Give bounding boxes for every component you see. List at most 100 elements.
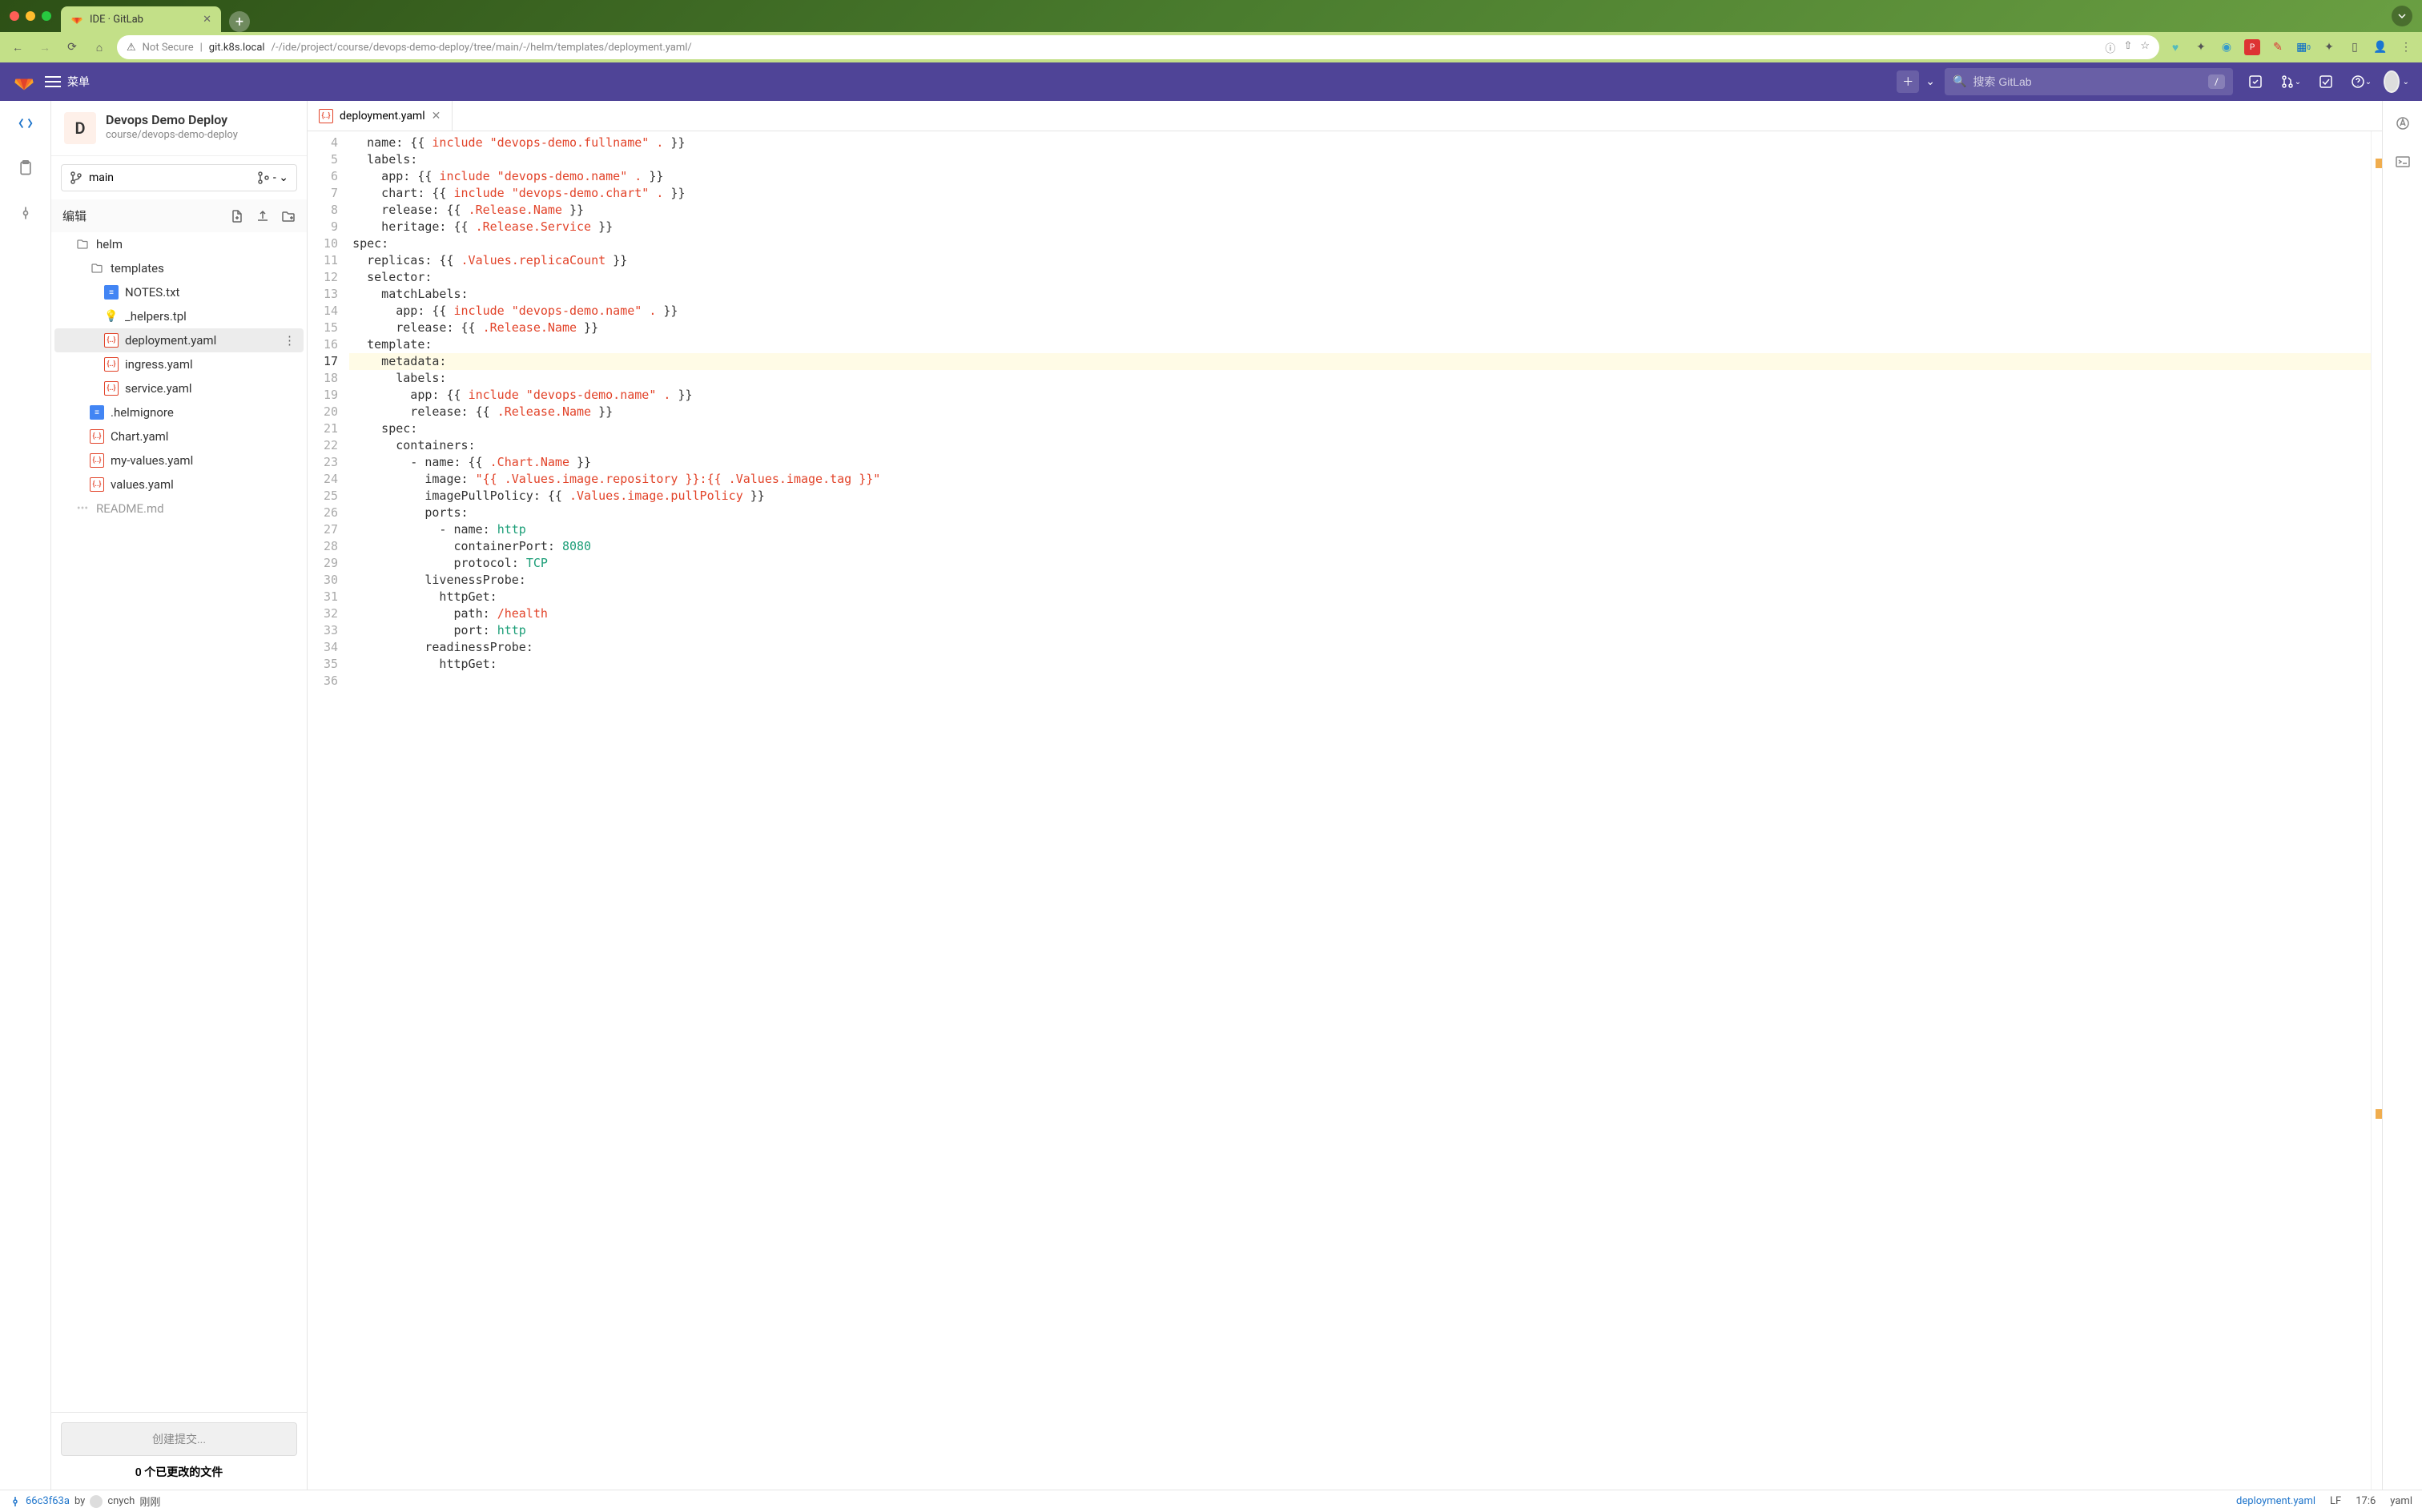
file-tree: helmtemplates≡NOTES.txt💡_helpers.tpl{..}…: [51, 232, 307, 1412]
commit-sha[interactable]: 66c3f63a: [26, 1495, 70, 1507]
activity-commit-icon[interactable]: [13, 200, 38, 226]
search-box[interactable]: 🔍 /: [1945, 68, 2233, 95]
minimap[interactable]: [2371, 131, 2382, 1490]
editor: {..} deployment.yaml ✕ 45678910111213141…: [308, 101, 2382, 1490]
search-shortcut: /: [2208, 74, 2225, 89]
editor-tab[interactable]: {..} deployment.yaml ✕: [308, 101, 453, 131]
branch-selector[interactable]: main - ⌄: [61, 164, 297, 191]
commit-area: 创建提交... 0 个已更改的文件: [51, 1412, 307, 1490]
yaml-file-icon: {..}: [104, 357, 119, 372]
collapse-button[interactable]: [2392, 6, 2412, 26]
tree-item-label: _helpers.tpl: [125, 309, 187, 324]
yaml-file-icon: {..}: [104, 381, 119, 396]
user-menu[interactable]: ⌄: [2384, 69, 2409, 94]
tree-item-ingress-yaml[interactable]: {..} ingress.yaml: [54, 352, 304, 376]
tree-item-label: deployment.yaml: [125, 333, 216, 348]
back-button[interactable]: ←: [8, 38, 27, 57]
status-filename[interactable]: deployment.yaml: [2236, 1495, 2315, 1507]
create-commit-button[interactable]: 创建提交...: [61, 1422, 297, 1456]
create-dropdown-icon[interactable]: ⌄: [1925, 75, 1935, 88]
ext-icon-3[interactable]: ◉: [2219, 39, 2235, 55]
avatar: [2384, 70, 2400, 93]
ext-icon-5[interactable]: ✎: [2270, 39, 2286, 55]
tree-item--helmignore[interactable]: ≡.helmignore: [54, 400, 304, 424]
author-name: cnych: [107, 1495, 135, 1507]
create-button[interactable]: ＋: [1897, 70, 1919, 93]
profile-icon[interactable]: 👤: [2372, 39, 2388, 55]
todos-icon[interactable]: [2313, 69, 2339, 94]
issues-icon[interactable]: [2243, 69, 2268, 94]
tree-item-helm[interactable]: helm: [54, 232, 304, 256]
merge-requests-icon[interactable]: ⌄: [2278, 69, 2303, 94]
branch-icon: [70, 171, 82, 184]
folder-icon: [90, 261, 104, 275]
plus-icon: ＋: [1902, 74, 1913, 90]
language-mode[interactable]: yaml: [2390, 1495, 2412, 1507]
edit-header: 编辑: [51, 199, 307, 232]
security-warning-icon: ⚠: [127, 42, 136, 54]
tree-item-Chart-yaml[interactable]: {..}Chart.yaml: [54, 424, 304, 448]
tree-item-README-md[interactable]: •••README.md: [54, 497, 304, 521]
maximize-window-button[interactable]: [42, 11, 51, 21]
tree-item-templates[interactable]: templates: [54, 256, 304, 280]
line-ending[interactable]: LF: [2330, 1495, 2341, 1507]
sidepanel-icon[interactable]: ▯: [2347, 39, 2363, 55]
search-input[interactable]: [1973, 75, 2202, 88]
browser-tab[interactable]: IDE · GitLab ✕: [61, 6, 221, 32]
text-file-icon: ≡: [90, 405, 104, 420]
search-icon: 🔍: [1953, 75, 1966, 88]
ext-icon-1[interactable]: ♥: [2167, 39, 2183, 55]
tree-item-values-yaml[interactable]: {..}values.yaml: [54, 472, 304, 497]
tree-item-_helpers-tpl[interactable]: 💡 _helpers.tpl: [54, 304, 304, 328]
menu-button[interactable]: 菜单: [45, 74, 90, 90]
more-icon[interactable]: ⋮: [284, 333, 296, 348]
activity-edit-icon[interactable]: [13, 111, 38, 136]
translate-icon[interactable]: ⓘ: [2105, 40, 2115, 55]
tree-item-service-yaml[interactable]: {..}service.yaml: [54, 376, 304, 400]
share-icon[interactable]: ⇧: [2123, 40, 2132, 55]
code-editor[interactable]: 4567891011121314151617181920212223242526…: [308, 131, 2382, 1490]
chevron-down-icon: - ⌄: [273, 171, 288, 184]
code-content[interactable]: name: {{ include "devops-demo.fullname" …: [349, 131, 2371, 1490]
menu-icon[interactable]: ⋮: [2398, 39, 2414, 55]
ext-icon-4[interactable]: P: [2244, 39, 2260, 55]
new-file-icon[interactable]: [230, 209, 244, 223]
yaml-file-icon: {..}: [319, 109, 333, 123]
new-tab-button[interactable]: +: [229, 11, 250, 32]
markdown-file-icon: •••: [75, 501, 90, 516]
template-file-icon: 💡: [104, 309, 119, 324]
bookmark-icon[interactable]: ☆: [2140, 40, 2150, 55]
help-icon[interactable]: ⌄: [2348, 69, 2374, 94]
gitlab-logo-icon[interactable]: [13, 70, 35, 93]
yaml-file-icon: {..}: [104, 333, 119, 348]
right-rail: [2382, 101, 2422, 1490]
url-input[interactable]: ⚠ Not Secure | git.k8s.local/-/ide/proje…: [117, 35, 2159, 59]
forward-button[interactable]: →: [35, 38, 54, 57]
home-button[interactable]: ⌂: [90, 38, 109, 57]
tree-item-label: my-values.yaml: [111, 453, 193, 468]
tree-item-label: Chart.yaml: [111, 429, 168, 444]
tree-item-NOTES-txt[interactable]: ≡NOTES.txt: [54, 280, 304, 304]
tree-item-my-values-yaml[interactable]: {..}my-values.yaml: [54, 448, 304, 472]
minimize-window-button[interactable]: [26, 11, 35, 21]
activity-bar: [0, 101, 51, 1490]
terminal-icon[interactable]: [2395, 154, 2411, 170]
ext-icon-2[interactable]: ✦: [2193, 39, 2209, 55]
close-tab-icon[interactable]: ✕: [203, 14, 211, 26]
close-tab-icon[interactable]: ✕: [432, 110, 441, 123]
pipeline-icon[interactable]: [2395, 115, 2411, 131]
tree-item-label: NOTES.txt: [125, 285, 179, 300]
line-gutter: 4567891011121314151617181920212223242526…: [308, 131, 349, 1490]
tree-item-deployment-yaml[interactable]: {..} deployment.yaml ⋮: [54, 328, 304, 352]
cursor-position[interactable]: 17:6: [2356, 1495, 2376, 1507]
upload-icon[interactable]: [255, 209, 270, 223]
activity-review-icon[interactable]: [13, 155, 38, 181]
ext-icon-6[interactable]: ▦0: [2295, 39, 2311, 55]
tree-item-label: ingress.yaml: [125, 357, 193, 372]
url-path: /-/ide/project/course/devops-demo-deploy…: [272, 42, 692, 54]
extensions-icon[interactable]: ✦: [2321, 39, 2337, 55]
reload-button[interactable]: ⟳: [62, 38, 82, 57]
browser-chrome: IDE · GitLab ✕ + ← → ⟳ ⌂ ⚠ Not Secure | …: [0, 0, 2422, 62]
close-window-button[interactable]: [10, 11, 19, 21]
new-folder-icon[interactable]: [281, 209, 296, 223]
